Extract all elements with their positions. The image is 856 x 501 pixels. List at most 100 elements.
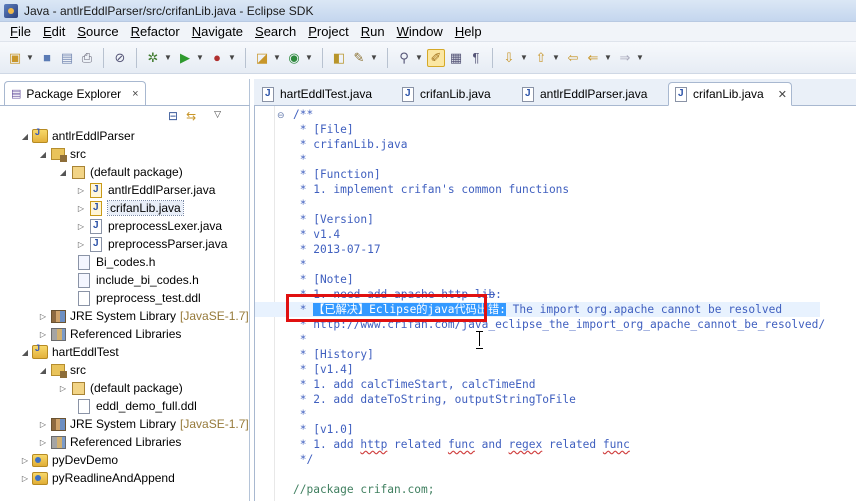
new-java-project-icon[interactable]: ◪ (253, 49, 271, 67)
menu-run[interactable]: Run (355, 22, 391, 42)
collapsed-arrow-icon[interactable]: ▷ (76, 240, 86, 249)
collapsed-arrow-icon[interactable]: ▷ (38, 438, 48, 447)
menu-project[interactable]: Project (302, 22, 354, 42)
forward-dropdown-icon[interactable]: ▼ (636, 53, 644, 62)
tree-item-default-package[interactable]: ◢ (default package) (0, 163, 250, 181)
tree-item-default-package[interactable]: ▷ (default package) (0, 379, 250, 397)
tree-item-bi-codes-h[interactable]: Bi_codes.h (0, 253, 250, 271)
menu-edit[interactable]: Edit (37, 22, 71, 42)
tree-item-src[interactable]: ◢ src (0, 145, 250, 163)
menu-refactor[interactable]: Refactor (125, 22, 186, 42)
tree-item-preprocess-test-ddl[interactable]: preprocess_test.ddl (0, 289, 250, 307)
tree-item-preprocesslexer-java[interactable]: ▷ preprocessLexer.java (0, 217, 250, 235)
tree-item-jre-system-library[interactable]: ▷ JRE System Library [JavaSE-1.7] (0, 307, 250, 325)
debug-dropdown-icon[interactable]: ▼ (164, 53, 172, 62)
java-file-icon (522, 86, 534, 102)
search-icon[interactable]: ✎ (350, 49, 368, 67)
mark-occurrences-toggle-icon[interactable]: ✐ (427, 48, 445, 67)
collapsed-arrow-icon[interactable]: ▷ (38, 312, 48, 321)
fold-collapse-icon[interactable]: ⊖ (277, 110, 285, 121)
code-line: * [v1.0] (293, 423, 354, 436)
tree-item-referenced-libraries[interactable]: ▷ Referenced Libraries (0, 433, 250, 451)
java-editor[interactable]: ⊖ /** * [File] * crifanLib.java * * [Fun… (254, 106, 856, 501)
back-dropdown-icon[interactable]: ▼ (604, 53, 612, 62)
external-tools-dropdown-icon[interactable]: ▼ (228, 53, 236, 62)
tree-item-crifanlib-java[interactable]: ▷ crifanLib.java (0, 199, 250, 217)
link-with-editor-icon[interactable]: ⇆ (186, 109, 196, 123)
java-project-icon (32, 127, 48, 144)
collapsed-arrow-icon[interactable]: ▷ (20, 456, 30, 465)
expanded-arrow-icon[interactable]: ◢ (38, 150, 48, 159)
tree-item-src[interactable]: ◢ src (0, 361, 250, 379)
menu-source[interactable]: Source (71, 22, 124, 42)
external-tools-icon[interactable]: ● (208, 49, 226, 67)
tree-item-pyreadlineandappend[interactable]: ▷ pyReadlineAndAppend (0, 469, 250, 487)
package-explorer-tab[interactable]: ▤ Package Explorer × (4, 81, 146, 105)
occurrences-icon[interactable]: ⚲ (395, 49, 413, 67)
next-annotation-icon[interactable]: ⇩ (500, 49, 518, 67)
run-dropdown-icon[interactable]: ▼ (196, 53, 204, 62)
search-dropdown-icon[interactable]: ▼ (370, 53, 378, 62)
menu-navigate[interactable]: Navigate (186, 22, 249, 42)
tab-antlreddlparser-java[interactable]: antlrEddlParser.java (516, 82, 666, 106)
previous-annotation-icon[interactable]: ⇧ (532, 49, 550, 67)
collapsed-arrow-icon[interactable]: ▷ (58, 384, 68, 393)
new-class-icon[interactable]: ◉ (285, 49, 303, 67)
open-type-icon[interactable]: ◧ (330, 49, 348, 67)
back-icon[interactable]: ⇐ (584, 49, 602, 67)
menu-window[interactable]: Window (391, 22, 449, 42)
tree-item-antlreddlparser[interactable]: ◢ antlrEddlParser (0, 127, 250, 145)
last-edit-location-icon[interactable]: ⇦ (564, 49, 582, 67)
expanded-arrow-icon[interactable]: ◢ (38, 366, 48, 375)
previous-annotation-dropdown-icon[interactable]: ▼ (552, 53, 560, 62)
new-java-project-dropdown-icon[interactable]: ▼ (273, 53, 281, 62)
tree-item-jre-system-library[interactable]: ▷ JRE System Library [JavaSE-1.7] (0, 415, 250, 433)
collapsed-arrow-icon[interactable]: ▷ (76, 204, 86, 213)
view-tab-divider (0, 105, 250, 106)
menu-help[interactable]: Help (449, 22, 488, 42)
tree-item-preprocessparser-java[interactable]: ▷ preprocessParser.java (0, 235, 250, 253)
collapsed-arrow-icon[interactable]: ▷ (76, 186, 86, 195)
code-line: //package crifan.com; (293, 483, 435, 496)
collapsed-arrow-icon[interactable]: ▷ (38, 330, 48, 339)
new-class-dropdown-icon[interactable]: ▼ (305, 53, 313, 62)
collapsed-arrow-icon[interactable]: ▷ (20, 474, 30, 483)
occurrences-dropdown-icon[interactable]: ▼ (415, 53, 423, 62)
tree-item-eddl-demo-full-ddl[interactable]: eddl_demo_full.ddl (0, 397, 250, 415)
block-selection-icon[interactable]: ▦ (447, 49, 465, 67)
code-area[interactable]: /** * [File] * crifanLib.java * * [Funct… (255, 107, 826, 497)
collapsed-arrow-icon[interactable]: ▷ (38, 420, 48, 429)
expanded-arrow-icon[interactable]: ◢ (58, 168, 68, 177)
expanded-arrow-icon[interactable]: ◢ (20, 132, 30, 141)
tab-crifanlib-java-active[interactable]: crifanLib.java ✕ (668, 82, 792, 106)
code-line: * [Function] (293, 168, 381, 181)
tree-item-referenced-libraries[interactable]: ▷ Referenced Libraries (0, 325, 250, 343)
skip-breakpoints-icon[interactable]: ⊘ (111, 49, 129, 67)
save-all-icon[interactable]: ▤ (58, 49, 76, 67)
tree-item-pydevdemo[interactable]: ▷ pyDevDemo (0, 451, 250, 469)
new-icon[interactable]: ▣ (6, 49, 24, 67)
print-icon[interactable]: ⎙ (78, 49, 96, 67)
tree-item-antlreddlparser-java[interactable]: ▷ antlrEddlParser.java (0, 181, 250, 199)
tab-harteddltest-java[interactable]: hartEddlTest.java (256, 82, 396, 106)
tree-item-include-bi-codes-h[interactable]: include_bi_codes.h (0, 271, 250, 289)
debug-icon[interactable]: ✲ (144, 49, 162, 67)
close-icon[interactable]: ✕ (778, 88, 787, 101)
menu-file[interactable]: File (4, 22, 37, 42)
save-icon[interactable]: ■ (38, 49, 56, 67)
tree-item-harteddltest[interactable]: ◢ hartEddlTest (0, 343, 250, 361)
collapsed-arrow-icon[interactable]: ▷ (76, 222, 86, 231)
collapse-all-icon[interactable]: ⊟ (168, 109, 178, 123)
expanded-arrow-icon[interactable]: ◢ (20, 348, 30, 357)
tab-crifanlib-java[interactable]: crifanLib.java (396, 82, 516, 106)
run-icon[interactable]: ▶ (176, 49, 194, 67)
code-line: * [v1.4] (293, 363, 354, 376)
next-annotation-dropdown-icon[interactable]: ▼ (520, 53, 528, 62)
menu-search[interactable]: Search (249, 22, 302, 42)
show-whitespace-icon[interactable]: ¶ (467, 49, 485, 67)
forward-icon[interactable]: ⇒ (616, 49, 634, 67)
code-line: * http://www.crifan.com/java_eclipse_the… (293, 318, 826, 331)
close-icon[interactable]: × (132, 88, 138, 100)
view-menu-icon[interactable]: ▽ (214, 109, 221, 123)
new-dropdown-icon[interactable]: ▼ (26, 53, 34, 62)
